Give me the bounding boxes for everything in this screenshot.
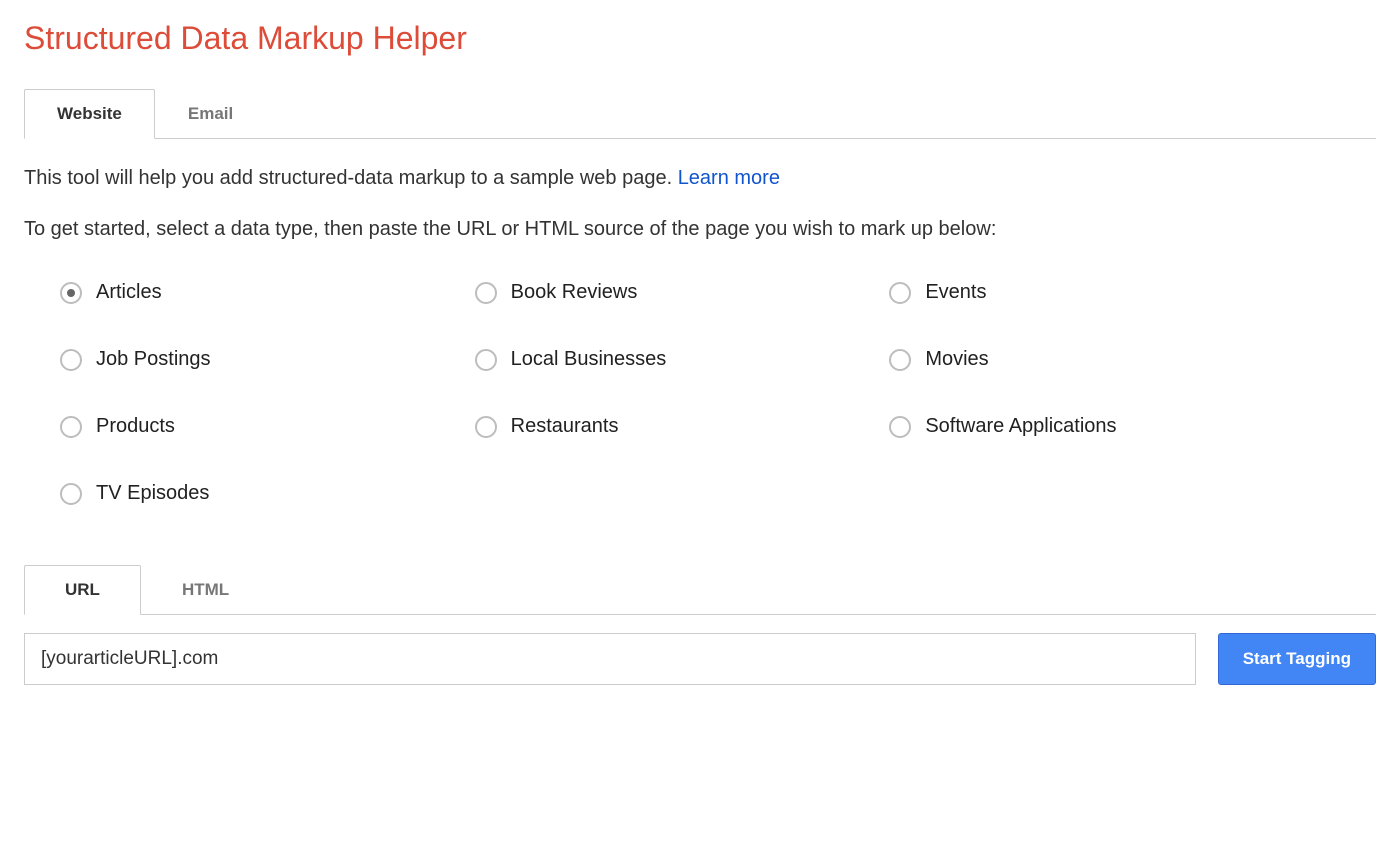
radio-book-reviews[interactable]: Book Reviews (475, 281, 870, 304)
radio-movies[interactable]: Movies (889, 348, 1284, 371)
instructions-text: To get started, select a data type, then… (24, 218, 1376, 241)
tab-website[interactable]: Website (24, 89, 155, 139)
radio-icon (60, 282, 82, 304)
radio-label: Job Postings (96, 348, 211, 371)
radio-label: Movies (925, 348, 988, 371)
start-tagging-button[interactable]: Start Tagging (1218, 633, 1376, 685)
source-tabs: Website Email (24, 89, 1376, 139)
radio-label: Products (96, 415, 175, 438)
radio-label: Book Reviews (511, 281, 638, 304)
page-title: Structured Data Markup Helper (24, 20, 1376, 57)
radio-icon (60, 483, 82, 505)
url-input[interactable] (24, 633, 1196, 685)
radio-label: Software Applications (925, 415, 1116, 438)
radio-label: Restaurants (511, 415, 619, 438)
radio-icon (475, 349, 497, 371)
input-tabs: URL HTML (24, 565, 1376, 615)
radio-icon (889, 349, 911, 371)
radio-icon (889, 282, 911, 304)
radio-icon (889, 416, 911, 438)
radio-software-applications[interactable]: Software Applications (889, 415, 1284, 438)
intro-text-content: This tool will help you add structured-d… (24, 167, 678, 189)
radio-tv-episodes[interactable]: TV Episodes (60, 482, 455, 505)
radio-products[interactable]: Products (60, 415, 455, 438)
radio-icon (475, 282, 497, 304)
radio-label: Events (925, 281, 986, 304)
radio-local-businesses[interactable]: Local Businesses (475, 348, 870, 371)
intro-text: This tool will help you add structured-d… (24, 167, 1376, 190)
radio-label: TV Episodes (96, 482, 209, 505)
url-row: Start Tagging (24, 633, 1376, 685)
radio-icon (60, 349, 82, 371)
tab-url[interactable]: URL (24, 565, 141, 615)
radio-job-postings[interactable]: Job Postings (60, 348, 455, 371)
data-type-grid: Articles Book Reviews Events Job Posting… (24, 281, 1284, 505)
radio-icon (60, 416, 82, 438)
radio-icon (475, 416, 497, 438)
learn-more-link[interactable]: Learn more (678, 167, 780, 189)
radio-events[interactable]: Events (889, 281, 1284, 304)
radio-articles[interactable]: Articles (60, 281, 455, 304)
tab-html[interactable]: HTML (141, 565, 270, 614)
radio-label: Local Businesses (511, 348, 667, 371)
tab-email[interactable]: Email (155, 89, 266, 138)
radio-restaurants[interactable]: Restaurants (475, 415, 870, 438)
radio-label: Articles (96, 281, 162, 304)
